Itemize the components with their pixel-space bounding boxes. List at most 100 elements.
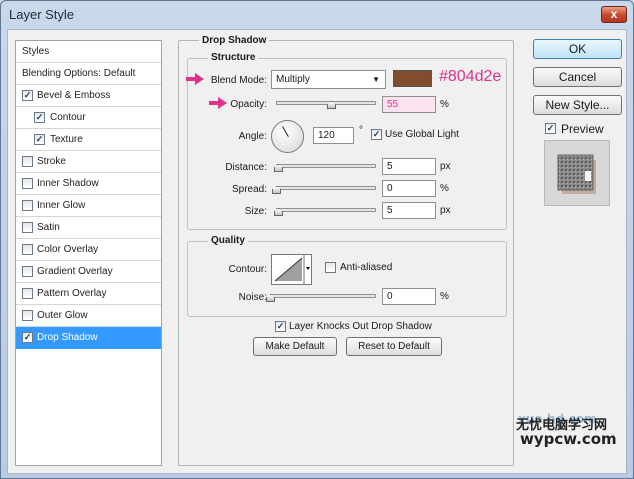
style-list-checkbox[interactable]: ✓ (22, 332, 33, 343)
opacity-label: Opacity: (230, 99, 267, 110)
style-list-item-label: Drop Shadow (37, 332, 98, 343)
style-list-checkbox[interactable] (22, 200, 33, 211)
distance-slider[interactable] (274, 162, 376, 172)
style-list-item[interactable]: Outer Glow (16, 305, 161, 327)
new-style-button[interactable]: New Style... (533, 95, 622, 115)
style-preview-thumbnail (544, 140, 610, 206)
window-title: Layer Style (9, 7, 75, 22)
distance-unit: px (440, 161, 451, 172)
style-list-checkbox[interactable]: ✓ (34, 112, 45, 123)
size-unit: px (440, 205, 451, 216)
size-slider[interactable] (274, 206, 376, 216)
style-list-item[interactable]: Inner Shadow (16, 173, 161, 195)
make-default-button[interactable]: Make Default (253, 337, 337, 356)
style-list-item-label: Stroke (37, 156, 66, 167)
size-label: Size: (244, 206, 267, 217)
style-list-checkbox[interactable]: ✓ (22, 90, 33, 101)
preview-label: Preview (561, 122, 604, 136)
layer-knocks-out-checkbox[interactable]: ✓ (275, 321, 286, 332)
style-list-checkbox[interactable] (22, 310, 33, 321)
angle-unit: ° (359, 125, 363, 136)
anti-aliased-checkbox[interactable] (325, 262, 336, 273)
use-global-light-label: Use Global Light (385, 129, 459, 140)
close-button[interactable]: x (601, 6, 627, 23)
size-field[interactable]: 5 (382, 202, 436, 219)
style-list-item-label: Bevel & Emboss (37, 90, 111, 101)
noise-unit: % (440, 291, 449, 302)
ok-button[interactable]: OK (533, 39, 622, 59)
style-list-checkbox[interactable] (22, 156, 33, 167)
distance-field[interactable]: 5 (382, 158, 436, 175)
anti-aliased-label: Anti-aliased (340, 262, 393, 273)
structure-title: Structure (208, 52, 259, 63)
quality-group: Quality (187, 235, 507, 317)
style-list-item-label: Satin (37, 222, 60, 233)
styles-list-header[interactable]: Styles (16, 41, 161, 63)
style-list-item-label: Inner Glow (37, 200, 86, 211)
blend-mode-select[interactable]: Multiply ▼ (271, 70, 386, 89)
style-list-item[interactable]: ✓ Contour (16, 107, 161, 129)
style-list-item[interactable]: ✓ Texture (16, 129, 161, 151)
preview-checkbox[interactable]: ✓ (545, 123, 556, 134)
style-list-item[interactable]: Pattern Overlay (16, 283, 161, 305)
watermark-line2: wypcw.com (520, 430, 617, 448)
layer-knocks-out-label: Layer Knocks Out Drop Shadow (289, 321, 432, 332)
style-list-checkbox[interactable]: ✓ (34, 134, 45, 145)
distance-label: Distance: (225, 162, 267, 173)
style-list-checkbox[interactable] (22, 266, 33, 277)
chevron-down-icon: ▼ (372, 75, 380, 84)
style-list-item[interactable]: Satin (16, 217, 161, 239)
spread-field[interactable]: 0 (382, 180, 436, 197)
contour-picker[interactable] (271, 254, 312, 285)
style-list-item-label: Color Overlay (37, 244, 99, 255)
spread-label: Spread: (231, 184, 267, 195)
style-list-item[interactable]: Gradient Overlay (16, 261, 161, 283)
blend-mode-value: Multiply (276, 74, 310, 85)
style-list-item[interactable]: Blending Options: Default (16, 63, 161, 85)
style-list-item-label: Contour (50, 112, 86, 123)
angle-dial[interactable] (271, 120, 304, 153)
cancel-button[interactable]: Cancel (533, 67, 622, 87)
style-list-item[interactable]: ✓ Bevel & Emboss (16, 85, 161, 107)
layer-style-dialog: Layer Style x Styles Blending Options: D… (0, 0, 634, 479)
style-list-checkbox[interactable] (22, 288, 33, 299)
angle-label: Angle: (238, 131, 267, 142)
style-list-checkbox[interactable] (22, 244, 33, 255)
opacity-slider[interactable] (276, 99, 376, 109)
quality-title: Quality (208, 235, 248, 246)
contour-curve-icon (274, 255, 310, 284)
noise-label: Noise: (238, 292, 267, 303)
opacity-field[interactable]: 55 (382, 96, 436, 113)
style-list-item[interactable]: Inner Glow (16, 195, 161, 217)
styles-header-label: Styles (22, 46, 50, 57)
use-global-light-checkbox[interactable]: ✓ (371, 129, 382, 140)
style-list-item-label: Texture (50, 134, 83, 145)
style-list-checkbox[interactable] (22, 222, 33, 233)
opacity-unit: % (440, 99, 449, 110)
style-list-item-label: Inner Shadow (37, 178, 99, 189)
style-list-item-label: Outer Glow (37, 310, 88, 321)
style-list-item[interactable]: Stroke (16, 151, 161, 173)
color-hex-annotation: #804d2e (439, 68, 502, 85)
spread-slider[interactable] (272, 184, 376, 194)
styles-list: Styles Blending Options: Default ✓ Bevel &… (15, 40, 162, 466)
annotation-arrow-icon (186, 73, 204, 85)
noise-slider[interactable] (266, 292, 376, 302)
drop-shadow-panel: Drop Shadow Structure Blend Mode: Multip… (178, 35, 514, 466)
drop-shadow-title: Drop Shadow (199, 35, 270, 46)
title-bar[interactable]: Layer Style x (1, 1, 633, 29)
style-list-item-label: Gradient Overlay (37, 266, 113, 277)
shadow-color-swatch[interactable] (393, 70, 432, 87)
noise-field[interactable]: 0 (382, 288, 436, 305)
spread-unit: % (440, 183, 449, 194)
blend-mode-label: Blend Mode: (210, 75, 267, 86)
style-list-item-label: Blending Options: Default (22, 68, 136, 79)
style-list-item-label: Pattern Overlay (37, 288, 107, 299)
reset-to-default-button[interactable]: Reset to Default (346, 337, 442, 356)
style-list-item[interactable]: ✓ Drop Shadow (16, 327, 161, 349)
style-list-item[interactable]: Color Overlay (16, 239, 161, 261)
contour-label: Contour: (228, 264, 267, 275)
angle-field[interactable]: 120 (313, 127, 354, 144)
preview-swatch-icon (557, 154, 596, 194)
style-list-checkbox[interactable] (22, 178, 33, 189)
